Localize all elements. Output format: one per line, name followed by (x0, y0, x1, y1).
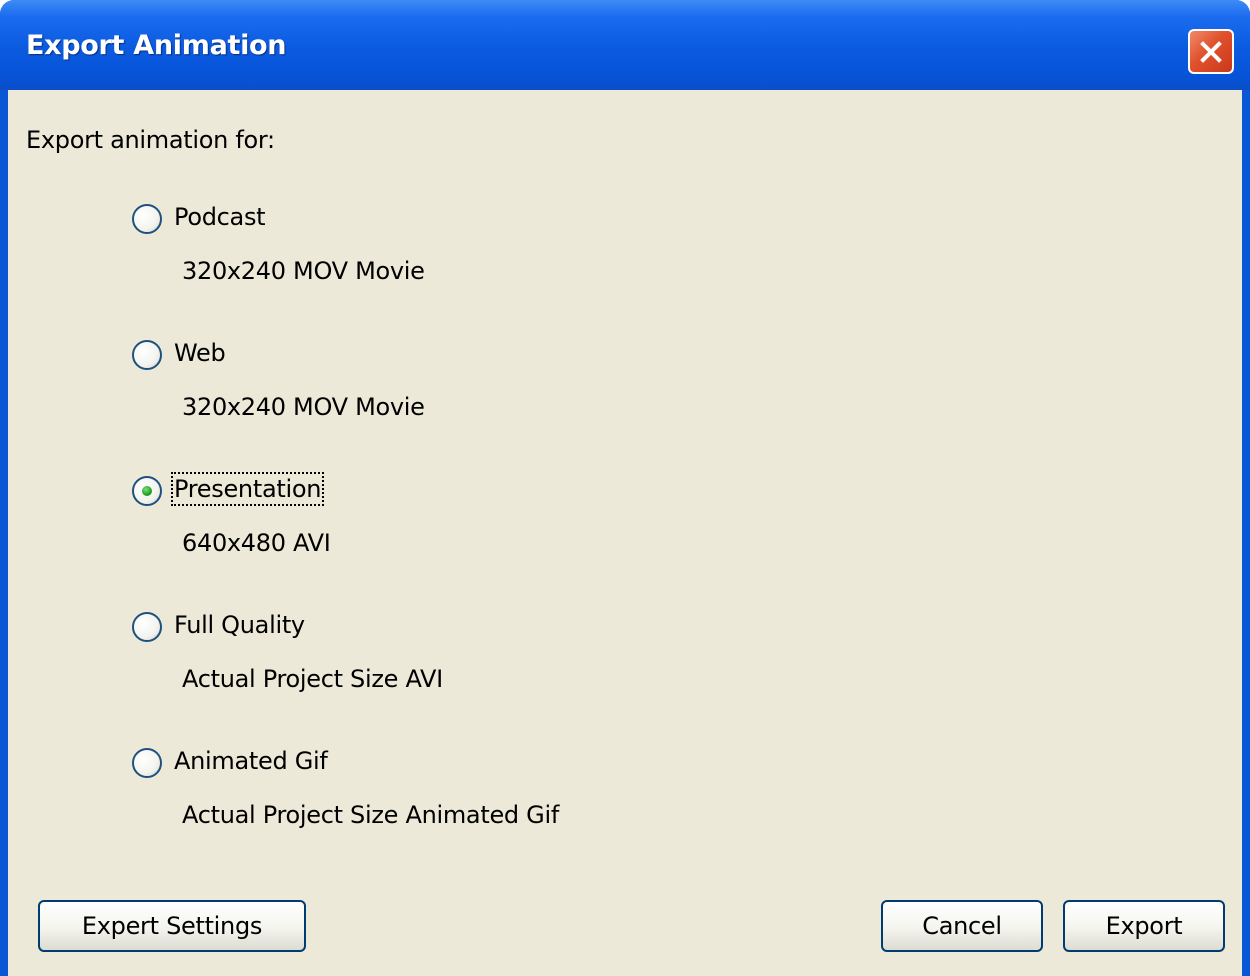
window-title: Export Animation (26, 30, 287, 61)
export-button[interactable]: Export (1063, 900, 1225, 952)
option-podcast-label[interactable]: Podcast (174, 203, 266, 231)
export-animation-window: Export Animation Export animation for: P… (0, 0, 1250, 976)
dialog-body: Export animation for: Podcast 320x240 MO… (8, 90, 1242, 976)
option-podcast[interactable]: Podcast 320x240 MOV Movie (8, 203, 1242, 304)
radio-animated-gif[interactable] (132, 748, 162, 778)
option-web-description: 320x240 MOV Movie (182, 393, 425, 421)
option-full-quality-description: Actual Project Size AVI (182, 665, 443, 693)
title-bar[interactable]: Export Animation (0, 0, 1250, 90)
option-presentation-description: 640x480 AVI (182, 529, 331, 557)
cancel-button[interactable]: Cancel (881, 900, 1043, 952)
option-full-quality-label[interactable]: Full Quality (174, 611, 305, 639)
option-web[interactable]: Web 320x240 MOV Movie (8, 339, 1242, 440)
option-animated-gif[interactable]: Animated Gif Actual Project Size Animate… (8, 747, 1242, 848)
radio-full-quality[interactable] (132, 612, 162, 642)
option-animated-gif-label[interactable]: Animated Gif (174, 747, 328, 775)
close-icon (1200, 41, 1222, 63)
radio-presentation[interactable] (132, 476, 162, 506)
option-animated-gif-description: Actual Project Size Animated Gif (182, 801, 559, 829)
radio-web[interactable] (132, 340, 162, 370)
radio-selected-dot (142, 486, 152, 496)
export-prompt-label: Export animation for: (26, 126, 275, 154)
expert-settings-button[interactable]: Expert Settings (38, 900, 306, 952)
close-button[interactable] (1188, 29, 1234, 74)
option-web-label[interactable]: Web (174, 339, 226, 367)
option-presentation[interactable]: Presentation 640x480 AVI (8, 472, 1242, 576)
option-full-quality[interactable]: Full Quality Actual Project Size AVI (8, 611, 1242, 712)
option-presentation-label[interactable]: Presentation (170, 472, 325, 506)
radio-podcast[interactable] (132, 204, 162, 234)
option-podcast-description: 320x240 MOV Movie (182, 257, 425, 285)
